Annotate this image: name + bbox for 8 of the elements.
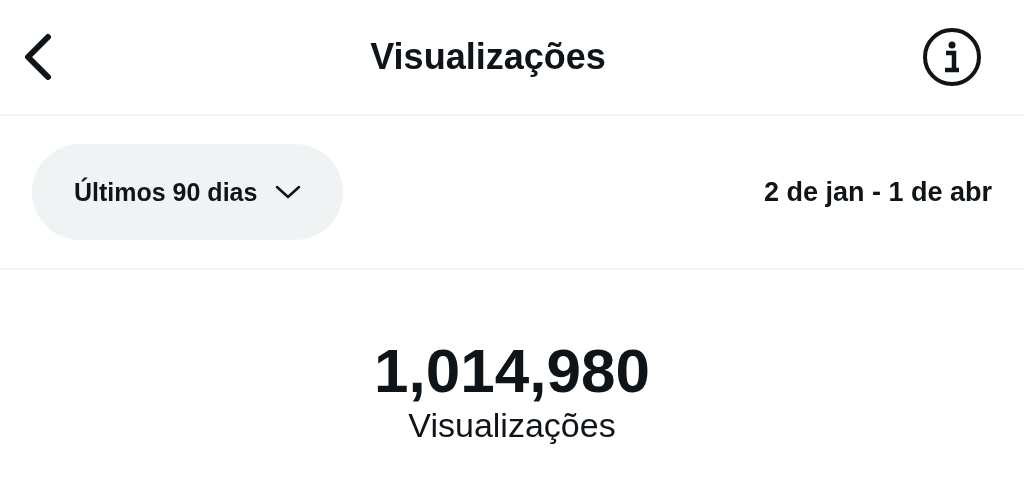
date-range-dropdown[interactable]: Últimos 90 dias (32, 144, 344, 240)
date-range: 2 de jan - 1 de abr (763, 176, 992, 208)
info-button[interactable] (922, 27, 982, 87)
page-title: Visualizações (370, 36, 606, 78)
chevron-down-icon (275, 184, 302, 200)
view-label: Visualizações (408, 406, 616, 445)
view-count: 1,014,980 (374, 336, 650, 406)
info-icon (922, 27, 982, 87)
